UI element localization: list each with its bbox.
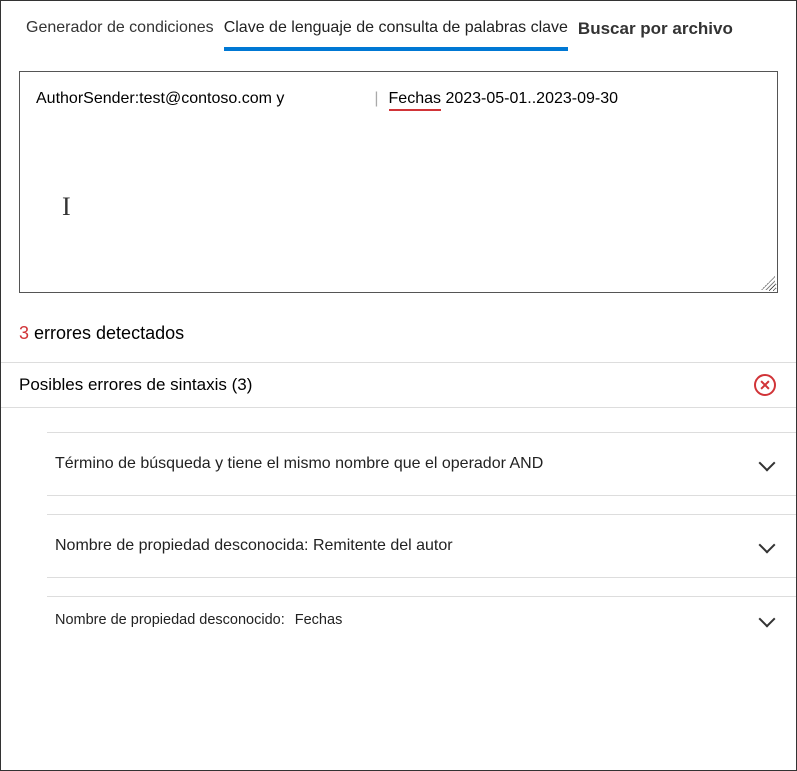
token-dates-property: Fechas [389,90,441,111]
issue-row[interactable]: Nombre de propiedad desconocida: Remiten… [47,514,796,578]
close-icon[interactable] [754,374,776,396]
token-author-value: :test@contoso.com [135,90,277,108]
chevron-down-icon[interactable] [758,537,776,555]
query-editor-container: AuthorSender:test@contoso.com y | Fechas 2… [1,51,796,293]
query-line: AuthorSender:test@contoso.com y | Fechas 2… [36,90,761,111]
issue-label-prefix: Nombre de propiedad desconocido: [55,612,285,628]
syntax-errors-title: Posibles errores de sintaxis (3) [19,375,252,395]
section-count: 3 [237,375,246,394]
syntax-errors-header[interactable]: Posibles errores de sintaxis (3) [1,362,796,408]
issue-text: Nombre de propiedad desconocido: Fechas [55,612,342,628]
section-title-post: ) [247,375,253,394]
issue-row[interactable]: Término de búsqueda y tiene el mismo nom… [47,432,796,496]
tab-kql[interactable]: Clave de lenguaje de consulta de palabra… [224,19,568,51]
token-dates-value: 2023-05-01..2023-09-30 [441,90,618,108]
token-author-property: AuthorSender [36,90,135,108]
error-count: 3 [19,323,29,343]
chevron-down-icon[interactable] [758,611,776,629]
resize-handle-icon[interactable] [761,276,775,290]
issue-text: Nombre de propiedad desconocida: Remiten… [55,537,453,555]
error-status-label: errores detectados [29,323,184,343]
issues-list: Término de búsqueda y tiene el mismo nom… [1,408,796,643]
tab-search-by-file[interactable]: Buscar por archivo [578,19,733,49]
tab-condition-builder[interactable]: Generador de condiciones [26,19,214,47]
token-and-operator: y [276,90,284,108]
section-title-pre: Posibles errores de sintaxis ( [19,375,237,394]
text-caret-icon: I [62,192,71,222]
issue-row[interactable]: Nombre de propiedad desconocido: Fechas [47,596,796,643]
issue-property-name: Fechas [295,612,343,628]
token-separator: | [374,90,378,108]
chevron-down-icon[interactable] [758,455,776,473]
query-editor[interactable]: AuthorSender:test@contoso.com y | Fechas 2… [19,71,778,293]
issue-text: Término de búsqueda y tiene el mismo nom… [55,455,543,473]
error-status: 3 errores detectados [1,293,796,362]
tabs-bar: Generador de condiciones Clave de lengua… [1,1,796,51]
